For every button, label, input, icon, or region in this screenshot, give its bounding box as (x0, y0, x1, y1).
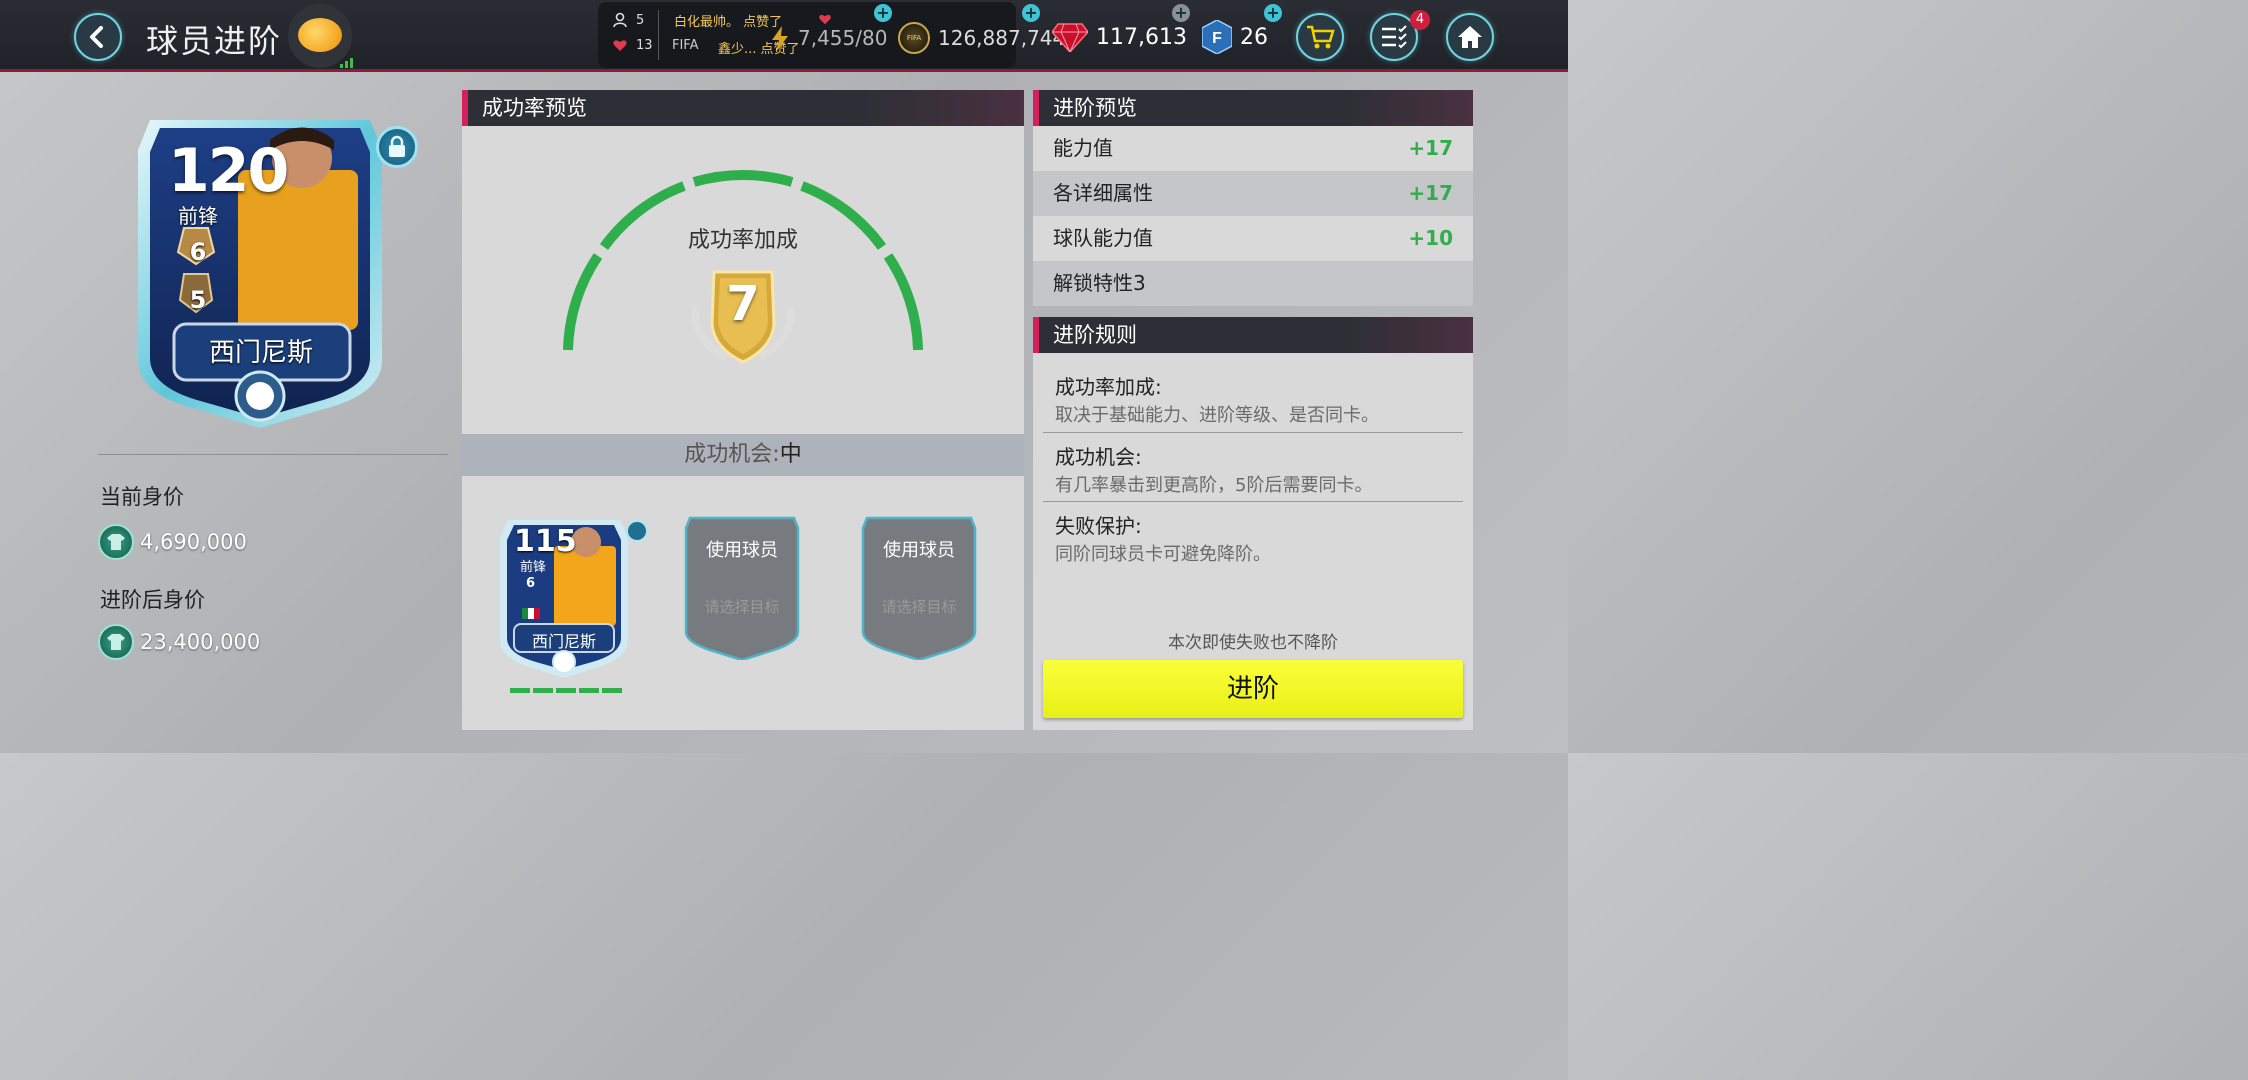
success-chance-bar: 成功机会:中 (462, 434, 1024, 476)
stamina-value: 7,455/80 (798, 26, 888, 50)
fpoints-value: 26 (1240, 24, 1268, 50)
heart-icon (613, 40, 627, 51)
rule-description: 同阶同球员卡可避免降阶。 (1055, 544, 1271, 565)
stat-row: 能力值 +17 (1033, 126, 1473, 171)
rule-description: 有几率暴击到更高阶，5阶后需要同卡。 (1055, 475, 1373, 496)
gems-display: 117,613 (1052, 22, 1187, 52)
lock-icon[interactable] (376, 126, 418, 168)
target-card-position: 前锋 (520, 560, 547, 575)
card-player-name: 西门尼斯 (208, 338, 313, 368)
jersey-coin-icon (98, 624, 134, 660)
stat-label: 各详细属性 (1053, 181, 1153, 205)
stat-label: 球队能力值 (1053, 226, 1153, 250)
checklist-icon (1382, 25, 1407, 49)
after-value-label: 进阶后身价 (100, 588, 205, 612)
advance-button[interactable]: 进阶 (1043, 660, 1463, 718)
success-preview-header: 成功率预览 (462, 90, 1024, 126)
target-lock-icon (626, 520, 648, 542)
slot-title: 使用球员 (883, 540, 955, 561)
slot-title: 使用球员 (706, 540, 778, 561)
advance-progress (510, 688, 622, 693)
back-button[interactable] (74, 13, 122, 61)
notification-badge: 4 (1410, 10, 1430, 30)
chance-value: 中 (779, 442, 802, 467)
gems-value: 117,613 (1096, 24, 1187, 50)
current-value-label: 当前身价 (100, 485, 184, 509)
card-position: 前锋 (178, 204, 218, 228)
advance-preview-panel: 能力值 +17 各详细属性 +17 球队能力值 +10 解锁特性3 (1033, 126, 1473, 306)
gauge-title: 成功率加成 (687, 228, 798, 253)
stat-row: 球队能力值 +10 (1033, 216, 1473, 261)
advance-preview-header: 进阶预览 (1033, 90, 1473, 126)
target-card-level: 6 (526, 576, 536, 591)
fifa-coin-icon: FIFA (898, 22, 930, 54)
add-coins-button[interactable]: + (1022, 4, 1040, 22)
lightning-icon (772, 26, 788, 52)
stat-label: 能力值 (1053, 136, 1113, 160)
target-card-rating: 115 (514, 524, 577, 559)
shopping-cart-icon (1307, 25, 1335, 49)
advance-level-badge: 6 (189, 238, 207, 266)
stat-row: 解锁特性3 (1033, 261, 1473, 306)
material-slot-2[interactable]: 使用球员 请选择目标 (861, 514, 977, 660)
back-arrow-icon (90, 26, 103, 48)
coins-display: FIFA 126,887,744 (898, 22, 1065, 54)
rule-description: 取决于基础能力、进阶等级、是否同卡。 (1055, 405, 1379, 426)
stat-row: 各详细属性 +17 (1033, 171, 1473, 216)
slot-subtitle: 请选择目标 (881, 598, 957, 616)
jersey-coin-icon (98, 524, 134, 560)
home-button[interactable] (1446, 13, 1494, 61)
chat-source-label: FIFA (672, 38, 699, 53)
fpoints-display: F 26 (1202, 20, 1268, 54)
no-fail-note: 本次即使失败也不降阶 (1168, 633, 1338, 653)
training-level-badge: 5 (189, 286, 207, 314)
home-icon (1458, 26, 1482, 48)
current-value: 4,690,000 (140, 530, 247, 554)
friends-icon (613, 12, 627, 28)
current-value-row: 4,690,000 (98, 524, 247, 560)
stat-value: +17 (1408, 181, 1453, 205)
add-gems-button[interactable]: + (1172, 4, 1190, 22)
rule-title: 成功机会: (1055, 445, 1142, 469)
page-title: 球员进阶 (146, 22, 283, 60)
material-slot-1[interactable]: 使用球员 请选择目标 (684, 514, 800, 660)
bonus-value: 7 (726, 276, 760, 332)
target-card-name: 西门尼斯 (531, 632, 596, 651)
stat-value: +10 (1408, 226, 1453, 250)
stat-value: +17 (1408, 136, 1453, 160)
divider (98, 454, 448, 455)
friends-count: 5 (636, 13, 645, 28)
svg-text:F: F (1212, 30, 1222, 47)
ruby-gem-icon (1052, 23, 1088, 52)
after-value: 23,400,000 (140, 630, 261, 654)
rule-title: 成功率加成: (1055, 375, 1162, 399)
add-fpoints-button[interactable]: + (1264, 4, 1282, 22)
rule-divider (1043, 501, 1463, 502)
card-rating: 120 (168, 136, 289, 206)
add-stamina-button[interactable]: + (874, 4, 892, 22)
likes-count: 13 (636, 38, 653, 53)
top-bar: 球员进阶 5 13 白化最帅。 点赞了 FIFA 鑫少... 点赞了 7,455… (0, 0, 1568, 72)
coins-value: 126,887,744 (938, 26, 1066, 50)
chance-label: 成功机会: (684, 442, 780, 467)
rule-divider (1043, 432, 1463, 433)
stat-label: 解锁特性3 (1053, 271, 1146, 295)
rules-header: 进阶规则 (1033, 317, 1473, 353)
signal-icon (340, 58, 353, 68)
shop-button[interactable] (1296, 13, 1344, 61)
rule-title: 失败保护: (1055, 514, 1142, 538)
heart-icon (819, 14, 831, 25)
after-value-row: 23,400,000 (98, 624, 260, 660)
fifa-points-icon: F (1202, 20, 1232, 54)
slot-subtitle: 请选择目标 (704, 598, 780, 616)
chat-message-1: 白化最帅。 点赞了 (674, 15, 783, 30)
